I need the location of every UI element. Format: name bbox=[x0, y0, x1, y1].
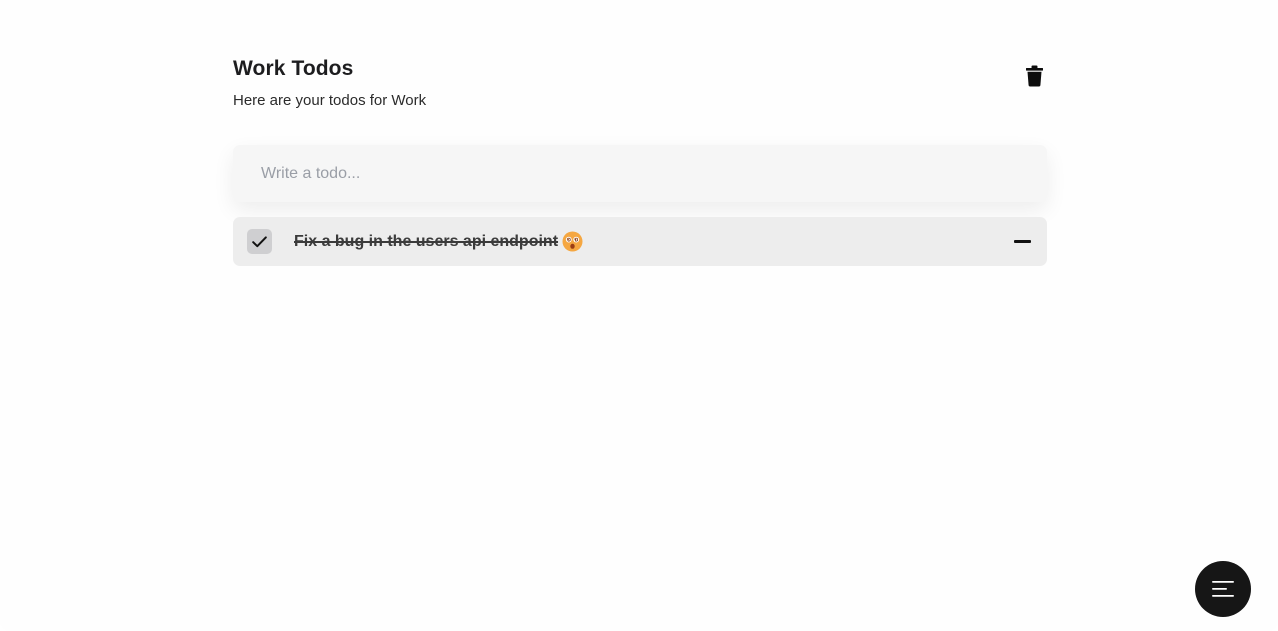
todo-input-wrapper bbox=[233, 145, 1047, 202]
list-header: Work Todos Here are your todos for Work bbox=[233, 56, 1047, 130]
todo-input[interactable] bbox=[233, 164, 1047, 183]
todo-checkbox[interactable] bbox=[247, 229, 272, 254]
page-title: Work Todos bbox=[233, 57, 354, 80]
menu-lines-icon bbox=[1212, 581, 1234, 597]
todo-item: Fix a bug in the users api endpoint bbox=[233, 217, 1047, 266]
page-subtitle: Here are your todos for Work bbox=[233, 92, 427, 109]
checkmark-icon bbox=[252, 235, 267, 247]
minus-icon bbox=[1013, 240, 1031, 243]
face-with-spiral-eyes-emoji-icon bbox=[562, 231, 583, 252]
remove-todo-button[interactable] bbox=[1013, 233, 1031, 251]
todo-text: Fix a bug in the users api endpoint bbox=[294, 232, 559, 250]
trash-icon bbox=[1025, 65, 1043, 87]
delete-list-button[interactable] bbox=[1021, 62, 1047, 90]
todo-text-wrapper: Fix a bug in the users api endpoint bbox=[294, 231, 583, 252]
menu-button[interactable] bbox=[1195, 561, 1251, 617]
todo-list: Fix a bug in the users api endpoint bbox=[233, 217, 1047, 266]
app-page: Work Todos Here are your todos for Work bbox=[0, 0, 1278, 631]
todo-container: Work Todos Here are your todos for Work bbox=[233, 56, 1047, 266]
